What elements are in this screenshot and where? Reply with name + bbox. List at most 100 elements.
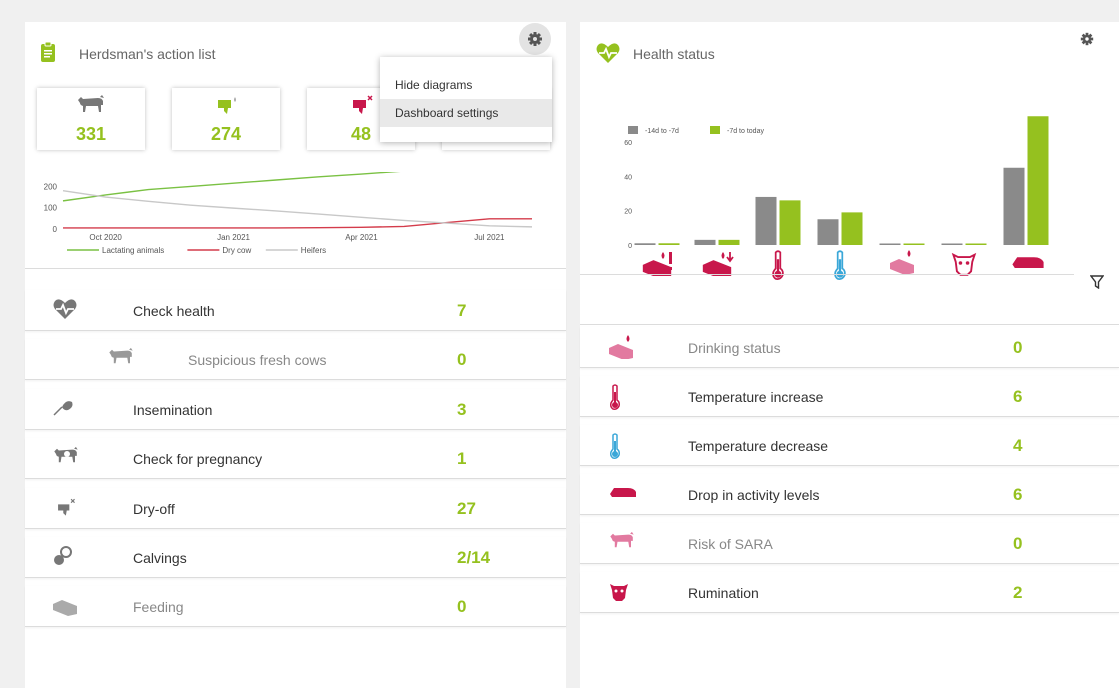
row-label: Temperature decrease <box>688 438 829 454</box>
dry-off-icon <box>52 496 80 520</box>
y-tick-label: 0 <box>53 225 58 234</box>
row-label: Check health <box>133 303 215 319</box>
thermometer-cold-icon <box>822 250 858 285</box>
bar <box>718 239 740 245</box>
cow-icon <box>37 94 145 118</box>
heart-pulse-icon <box>595 42 621 69</box>
cow-drink-icon <box>172 94 280 118</box>
list-row[interactable]: Risk of SARA 0 <box>580 523 1119 564</box>
rumination-icon <box>946 250 982 281</box>
bar <box>965 243 987 245</box>
row-count: 7 <box>457 301 467 320</box>
heart-icon <box>52 298 80 322</box>
divider <box>580 324 1119 325</box>
legend-swatch <box>628 126 638 134</box>
row-label: Suspicious fresh cows <box>188 352 327 369</box>
settings-gear-button[interactable] <box>519 23 551 55</box>
rumination-icon <box>608 580 636 604</box>
row-count: 6 <box>1013 387 1023 406</box>
row-label: Risk of SARA <box>688 536 773 552</box>
list-row[interactable]: Drop in activity levels 6 <box>580 474 1119 515</box>
thermometer-hot-icon <box>608 384 636 408</box>
divider <box>25 268 566 269</box>
activity-drop-icon <box>608 482 636 506</box>
list-row[interactable]: Temperature increase 6 <box>580 376 1119 417</box>
panel-title: Health status <box>633 46 715 62</box>
sara-cow-icon <box>608 531 636 555</box>
menu-item-hide-diagrams[interactable]: Hide diagrams <box>380 71 552 99</box>
row-label: Check for pregnancy <box>133 451 263 468</box>
pregnant-cow-icon <box>52 446 80 470</box>
row-count: 0 <box>1013 534 1023 553</box>
drink-alert-icon <box>639 250 675 281</box>
row-count: 0 <box>457 350 467 370</box>
y-tick-label: 20 <box>624 209 632 216</box>
legend-swatch <box>710 126 720 134</box>
list-row[interactable]: Suspicious fresh cows 0 <box>25 339 566 381</box>
row-label: Insemination <box>133 401 213 418</box>
calving-icon <box>52 545 80 569</box>
y-tick-label: 0 <box>628 243 632 250</box>
row-count: 1 <box>457 449 467 469</box>
health-status-header: Health status <box>580 22 1119 84</box>
row-label: Feeding <box>133 599 184 616</box>
legend-label: Lactating animals <box>102 246 164 255</box>
action-list-panel: Herdsman's action list 331 274 48 9 Hide… <box>25 22 566 688</box>
thermometer-cold-icon <box>608 433 636 457</box>
herd-trend-svg: 0 100 200 Oct 2020 Jan 2021 Apr 2021 Jul 2021 L… <box>44 169 533 255</box>
kpi-card[interactable]: 331 <box>37 88 145 150</box>
x-tick-label: Oct 2020 <box>89 233 122 242</box>
legend-label: -14d to -7d <box>645 128 679 135</box>
row-label: Calvings <box>133 550 187 566</box>
x-tick-label: Apr 2021 <box>345 233 378 242</box>
drink-icon <box>608 335 636 359</box>
y-tick-label: 40 <box>624 174 632 181</box>
bar <box>1003 167 1025 245</box>
row-count: 4 <box>1013 436 1023 455</box>
herd-trend-chart: 0 100 200 Oct 2020 Jan 2021 Apr 2021 Jul 2021 L… <box>25 169 566 262</box>
kpi-value: 331 <box>75 124 107 144</box>
row-count: 27 <box>457 498 476 518</box>
bar <box>841 212 863 245</box>
list-row[interactable]: Feeding 0 <box>25 586 566 628</box>
kpi-value: 274 <box>210 124 242 144</box>
legend-label: Dry cow <box>222 246 251 255</box>
list-row[interactable]: Insemination 3 <box>25 388 566 430</box>
kpi-card[interactable]: 274 <box>172 88 280 150</box>
row-count: 0 <box>457 597 467 617</box>
list-row[interactable]: Check health 7 <box>25 290 566 331</box>
health-bar-svg: 0 20 40 60 -14d to -7d -7d to today <box>624 116 1049 250</box>
gear-icon <box>528 32 542 46</box>
panel-title: Herdsman's action list <box>79 46 216 62</box>
bar <box>941 243 963 245</box>
row-label: Drop in activity levels <box>688 487 820 503</box>
x-tick-label: Jan 2021 <box>217 233 250 242</box>
list-row[interactable]: Rumination 2 <box>580 572 1119 613</box>
list-row[interactable]: Dry-off 27 <box>25 487 566 529</box>
settings-gear-button[interactable] <box>1076 28 1098 50</box>
feeding-icon <box>52 594 80 618</box>
divider <box>580 274 1074 275</box>
bar <box>755 196 777 245</box>
bar <box>817 219 839 245</box>
cow-icon <box>107 347 135 371</box>
legend-label: -7d to today <box>727 128 764 135</box>
list-row[interactable]: Temperature decrease 4 <box>580 425 1119 466</box>
menu-item-dashboard-settings[interactable]: Dashboard settings <box>380 99 552 127</box>
list-row[interactable]: Calvings 2/14 <box>25 537 566 578</box>
filter-icon[interactable] <box>1089 275 1105 294</box>
row-count: 2/14 <box>457 548 491 567</box>
row-count: 3 <box>457 399 467 419</box>
y-tick-label: 60 <box>624 140 632 147</box>
health-status-panel: Health status 0 20 40 60 -14d to -7d -7d to t… <box>580 22 1119 688</box>
list-row[interactable]: Drinking status 0 <box>580 327 1119 368</box>
gear-icon <box>1080 32 1094 46</box>
y-tick-label: 200 <box>44 182 58 191</box>
drink-decrease-icon <box>699 250 735 281</box>
list-row[interactable]: Check for pregnancy 1 <box>25 438 566 480</box>
row-count: 0 <box>1013 338 1023 357</box>
row-label: Drinking status <box>688 340 781 356</box>
health-bar-chart: 0 20 40 60 -14d to -7d -7d to today <box>580 92 1119 272</box>
bar <box>903 243 925 245</box>
x-tick-label: Jul 2021 <box>474 233 505 242</box>
